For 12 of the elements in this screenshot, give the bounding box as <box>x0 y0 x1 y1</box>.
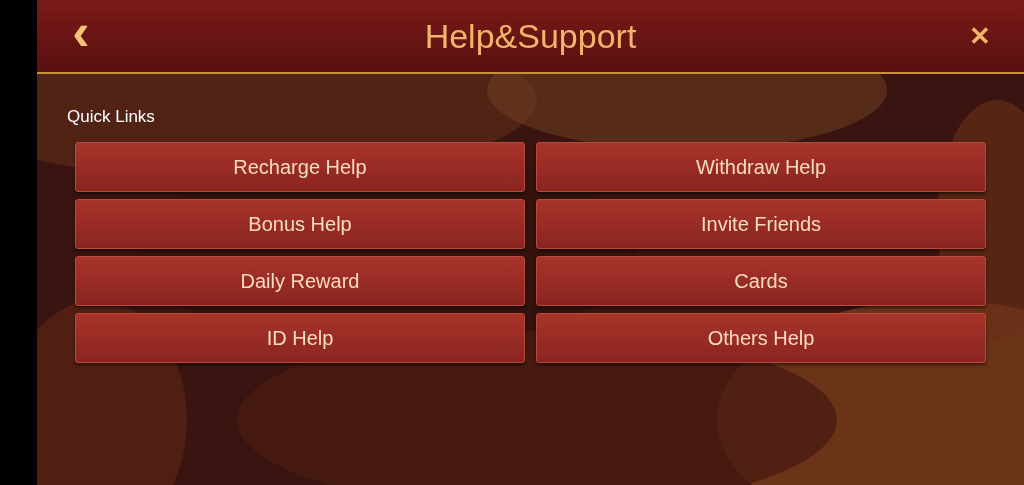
close-button[interactable]: ✕ <box>960 16 1000 56</box>
link-button[interactable]: Others Help <box>536 312 986 363</box>
section-title: Quick Links <box>67 107 155 126</box>
link-button[interactable]: Invite Friends <box>536 198 986 249</box>
back-button[interactable]: ‹ <box>61 6 101 66</box>
link-button[interactable]: ID Help <box>75 312 525 363</box>
page-title: Help&Support <box>424 15 637 57</box>
link-button[interactable]: Cards <box>536 255 986 306</box>
link-button[interactable]: Recharge Help <box>75 141 525 192</box>
link-button[interactable]: Bonus Help <box>75 198 525 249</box>
link-button[interactable]: Daily Reward <box>75 255 525 306</box>
link-button[interactable]: Withdraw Help <box>536 141 986 192</box>
